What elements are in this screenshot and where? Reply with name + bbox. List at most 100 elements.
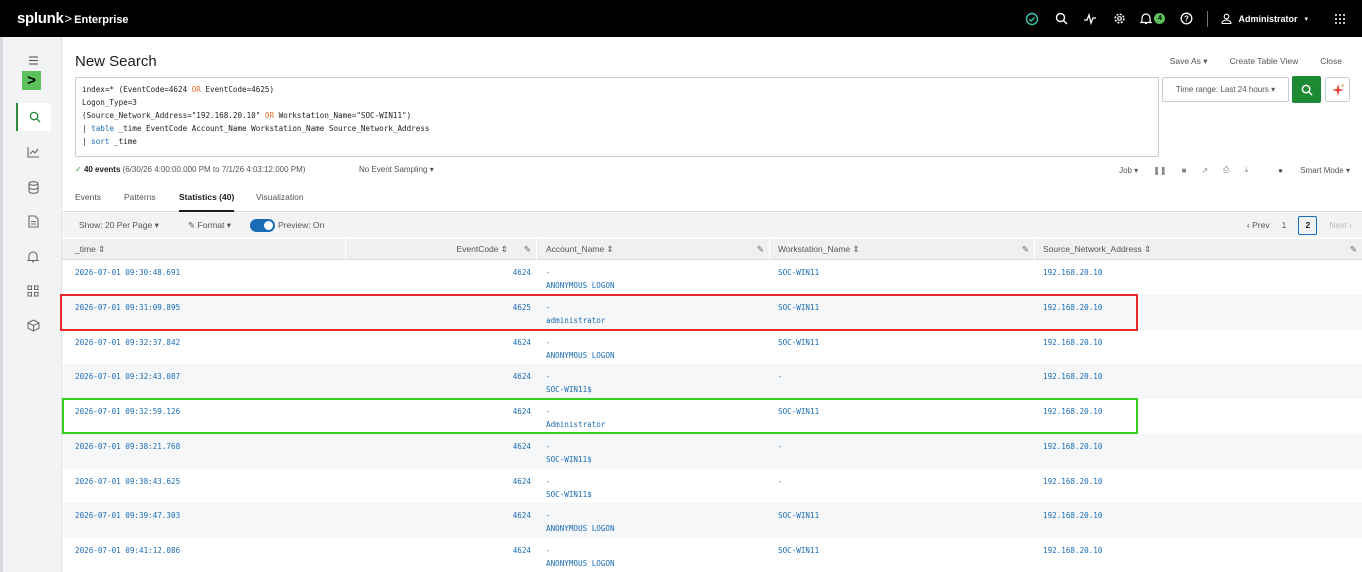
cell-time[interactable]: 2026-07-01 09:32:59.126 <box>75 405 180 418</box>
page-1-button[interactable]: 1 <box>1282 220 1287 230</box>
account-name-value-2[interactable]: ANONYMOUS LOGON <box>546 557 615 570</box>
cell-eventcode[interactable]: 4624 <box>392 509 531 522</box>
cell-time[interactable]: 2026-07-01 09:38:43.625 <box>75 475 180 488</box>
close-button[interactable]: Close <box>1320 56 1342 67</box>
app-logo[interactable]: > <box>22 71 41 90</box>
cell-time[interactable]: 2026-07-01 09:32:37.842 <box>75 336 180 349</box>
cell-time[interactable]: 2026-07-01 09:41:12.086 <box>75 544 180 557</box>
account-name-value-1[interactable]: - <box>546 544 615 557</box>
cell-source-network-address[interactable]: 192.168.20.10 <box>1043 301 1102 314</box>
prev-page-button[interactable]: ‹ Prev <box>1247 220 1270 230</box>
account-name-value-2[interactable]: Administrator <box>546 418 605 431</box>
cell-workstation-name[interactable]: - <box>778 370 783 383</box>
packages-icon[interactable] <box>22 314 44 336</box>
cell-time[interactable]: 2026-07-01 09:31:09.895 <box>75 301 180 314</box>
edit-pencil-icon[interactable]: ✎ <box>1022 239 1029 260</box>
cell-time[interactable]: 2026-07-01 09:32:43.087 <box>75 370 180 383</box>
dashboards-chart-icon[interactable] <box>22 141 44 163</box>
cell-account-name[interactable]: - SOC-WIN11$ <box>546 475 592 501</box>
ai-assistant-sparkle-icon[interactable] <box>1325 77 1350 102</box>
cell-workstation-name[interactable]: SOC-WIN11 <box>778 405 819 418</box>
cell-eventcode[interactable]: 4624 <box>392 370 531 383</box>
reports-icon[interactable] <box>22 210 44 232</box>
account-name-value-1[interactable]: - <box>546 509 615 522</box>
cell-time[interactable]: 2026-07-01 09:38:21.768 <box>75 440 180 453</box>
tab-events[interactable]: Events <box>75 192 101 202</box>
cell-source-network-address[interactable]: 192.168.20.10 <box>1043 509 1102 522</box>
cell-eventcode[interactable]: 4624 <box>392 266 531 279</box>
column-header-source-network-address[interactable]: Source_Network_Address ⇕ ✎ <box>1035 239 1362 260</box>
cell-source-network-address[interactable]: 192.168.20.10 <box>1043 440 1102 453</box>
account-name-value-1[interactable]: - <box>546 405 605 418</box>
cell-eventcode[interactable]: 4624 <box>392 544 531 557</box>
apps-icon[interactable] <box>22 280 44 302</box>
preview-toggle[interactable] <box>250 219 275 232</box>
user-menu[interactable]: Administrator ▾ <box>1221 13 1308 24</box>
cell-workstation-name[interactable]: SOC-WIN11 <box>778 301 819 314</box>
cell-account-name[interactable]: - ANONYMOUS LOGON <box>546 266 615 292</box>
cell-eventcode[interactable]: 4625 <box>392 301 531 314</box>
cell-eventcode[interactable]: 4624 <box>392 475 531 488</box>
cell-workstation-name[interactable]: - <box>778 440 783 453</box>
cell-eventcode[interactable]: 4624 <box>392 336 531 349</box>
format-dropdown[interactable]: ✎ Format ▾ <box>188 220 231 231</box>
stop-icon[interactable]: ■ <box>1182 166 1187 175</box>
health-check-icon[interactable] <box>1024 11 1040 27</box>
cell-account-name[interactable]: - Administrator <box>546 405 605 431</box>
column-header-time[interactable]: _time ⇕ <box>62 239 346 260</box>
search-button[interactable] <box>1292 76 1321 103</box>
account-name-value-2[interactable]: SOC-WIN11$ <box>546 488 592 501</box>
apps-grid-icon[interactable] <box>1332 11 1348 27</box>
time-range-picker[interactable]: Time range: Last 24 hours ▾ <box>1162 77 1289 102</box>
settings-gear-icon[interactable] <box>1111 11 1127 27</box>
print-icon[interactable]: ⎙ <box>1223 165 1229 175</box>
cell-source-network-address[interactable]: 192.168.20.10 <box>1043 266 1102 279</box>
alerts-bell-icon[interactable] <box>22 245 44 267</box>
account-name-value-2[interactable]: ANONYMOUS LOGON <box>546 522 615 535</box>
create-table-view-button[interactable]: Create Table View <box>1230 56 1299 67</box>
search-mode-dropdown[interactable]: ● Smart Mode ▾ <box>1263 166 1350 175</box>
help-icon[interactable]: ? <box>1178 11 1194 27</box>
account-name-value-1[interactable]: - <box>546 440 592 453</box>
cell-time[interactable]: 2026-07-01 09:39:47.303 <box>75 509 180 522</box>
column-header-workstation-name[interactable]: Workstation_Name ⇕ ✎ <box>770 239 1035 260</box>
save-as-button[interactable]: Save As ▾ <box>1170 56 1208 67</box>
search-query-input[interactable]: index=* (EventCode=4624 OR EventCode=462… <box>75 77 1159 157</box>
column-header-eventcode[interactable]: EventCode ⇕ ✎ <box>346 239 537 260</box>
account-name-value-2[interactable]: administrator <box>546 314 605 327</box>
splunk-logo[interactable]: splunk > Enterprise <box>17 10 129 27</box>
cell-account-name[interactable]: - administrator <box>546 301 605 327</box>
cell-source-network-address[interactable]: 192.168.20.10 <box>1043 405 1102 418</box>
account-name-value-1[interactable]: - <box>546 475 592 488</box>
next-page-button[interactable]: Next › <box>1329 220 1352 230</box>
share-icon[interactable]: ↗ <box>1201 166 1208 175</box>
page-2-button[interactable]: 2 <box>1298 215 1318 235</box>
account-name-value-2[interactable]: SOC-WIN11$ <box>546 453 592 466</box>
edit-pencil-icon[interactable]: ✎ <box>1350 239 1357 260</box>
activity-icon[interactable] <box>1082 11 1098 27</box>
job-menu[interactable]: Job ▾ <box>1119 166 1138 175</box>
cell-workstation-name[interactable]: SOC-WIN11 <box>778 509 819 522</box>
search-icon[interactable] <box>16 103 51 131</box>
search-icon[interactable] <box>1053 11 1069 27</box>
per-page-dropdown[interactable]: Show: 20 Per Page ▾ <box>79 220 159 231</box>
account-name-value-1[interactable]: - <box>546 301 605 314</box>
cell-workstation-name[interactable]: SOC-WIN11 <box>778 336 819 349</box>
cell-account-name[interactable]: - ANONYMOUS LOGON <box>546 509 615 535</box>
account-name-value-1[interactable]: - <box>546 266 615 279</box>
cell-eventcode[interactable]: 4624 <box>392 440 531 453</box>
cell-source-network-address[interactable]: 192.168.20.10 <box>1043 370 1102 383</box>
account-name-value-1[interactable]: - <box>546 370 592 383</box>
cell-source-network-address[interactable]: 192.168.20.10 <box>1043 544 1102 557</box>
edit-pencil-icon[interactable]: ✎ <box>524 239 531 260</box>
cell-source-network-address[interactable]: 192.168.20.10 <box>1043 336 1102 349</box>
tab-patterns[interactable]: Patterns <box>124 192 156 202</box>
cell-source-network-address[interactable]: 192.168.20.10 <box>1043 475 1102 488</box>
account-name-value-1[interactable]: - <box>546 336 615 349</box>
cell-time[interactable]: 2026-07-01 09:30:48.691 <box>75 266 180 279</box>
column-header-account-name[interactable]: Account_Name ⇕ ✎ <box>537 239 770 260</box>
cell-account-name[interactable]: - SOC-WIN11$ <box>546 370 592 396</box>
cell-workstation-name[interactable]: SOC-WIN11 <box>778 266 819 279</box>
tab-statistics[interactable]: Statistics (40) <box>179 192 235 212</box>
event-sampling-dropdown[interactable]: No Event Sampling ▾ <box>359 165 434 174</box>
